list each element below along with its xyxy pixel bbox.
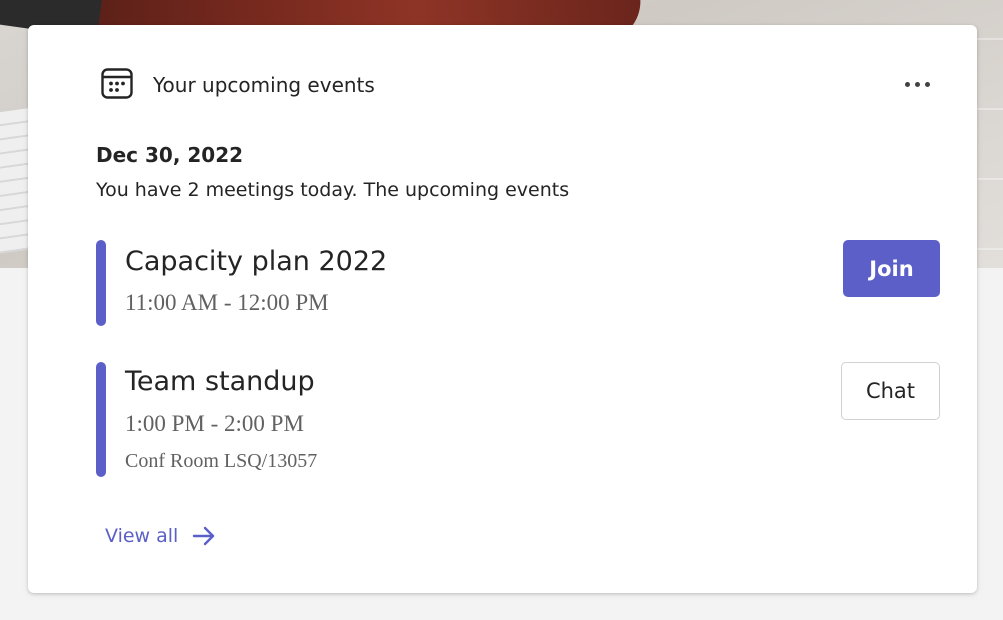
event-accent-bar	[96, 362, 106, 477]
more-horizontal-icon	[904, 81, 910, 87]
more-horizontal-icon-dot	[924, 81, 930, 87]
event-title: Team standup	[125, 366, 315, 397]
chat-button[interactable]: Chat	[841, 362, 940, 420]
view-all-link[interactable]: View all	[105, 524, 216, 548]
view-all-label: View all	[105, 525, 179, 547]
arrow-right-icon	[193, 526, 215, 546]
upcoming-events-card: Your upcoming events Dec 30, 2022 You ha…	[28, 25, 977, 593]
join-button[interactable]: Join	[843, 240, 940, 297]
event-date: Dec 30, 2022	[96, 143, 244, 167]
event-time: 11:00 AM - 12:00 PM	[125, 290, 329, 315]
meetings-summary: You have 2 meetings today. The upcoming …	[96, 179, 570, 201]
event-accent-bar	[96, 240, 106, 326]
card-title: Your upcoming events	[153, 73, 375, 97]
event-time: 1:00 PM - 2:00 PM	[125, 411, 304, 436]
more-horizontal-icon-dot	[914, 81, 920, 87]
calendar-icon	[101, 68, 133, 99]
event-location: Conf Room LSQ/13057	[125, 450, 318, 472]
event-title: Capacity plan 2022	[125, 246, 388, 277]
more-options-button[interactable]	[897, 73, 937, 95]
